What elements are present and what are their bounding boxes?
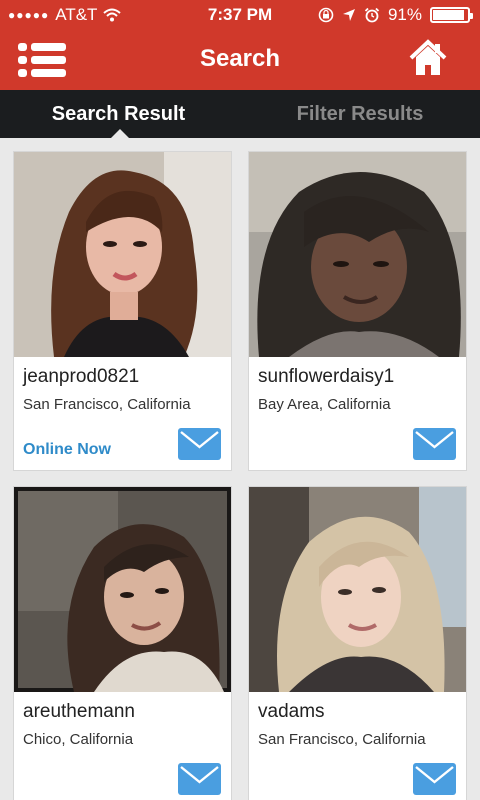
tab-bar: Search Result Filter Results: [0, 90, 480, 138]
home-icon[interactable]: [408, 38, 448, 78]
battery-icon: [430, 7, 473, 23]
location: San Francisco, California: [258, 731, 426, 748]
profile-photo[interactable]: [14, 487, 231, 692]
online-status[interactable]: Online Now: [23, 441, 111, 459]
profile-card[interactable]: areuthemann Chico, California: [13, 486, 232, 800]
battery-fill: [433, 10, 464, 20]
alarm-icon: [364, 7, 380, 23]
mail-icon[interactable]: [178, 428, 221, 460]
profile-photo[interactable]: [249, 152, 466, 357]
battery-percent: 91%: [387, 5, 422, 24]
location: Bay Area, California: [258, 396, 391, 413]
username[interactable]: sunflowerdaisy1: [258, 366, 394, 388]
profile-card[interactable]: jeanprod0821 San Francisco, California O…: [13, 151, 232, 471]
location-arrow-icon: [342, 9, 355, 21]
profile-card[interactable]: sunflowerdaisy1 Bay Area, California: [248, 151, 467, 471]
active-tab-pointer: [111, 129, 129, 138]
location: Chico, California: [23, 731, 134, 748]
mail-icon[interactable]: [178, 763, 221, 795]
location: San Francisco, California: [23, 396, 191, 413]
username[interactable]: areuthemann: [23, 701, 135, 723]
username[interactable]: jeanprod0821: [23, 366, 139, 388]
profile-photo[interactable]: [14, 152, 231, 357]
status-bar: ●●●●● AT&T 7:37 PM 91%: [0, 0, 480, 30]
username[interactable]: vadams: [258, 701, 325, 723]
status-right: 91%: [318, 5, 473, 25]
tab-filter-results[interactable]: Filter Results: [240, 90, 480, 138]
mail-icon[interactable]: [413, 428, 456, 460]
nav-bar: Search: [0, 30, 480, 90]
mail-icon[interactable]: [413, 763, 456, 795]
rotation-lock-icon: [318, 7, 334, 23]
profile-photo[interactable]: [249, 487, 466, 692]
profile-card[interactable]: vadams San Francisco, California: [248, 486, 467, 800]
